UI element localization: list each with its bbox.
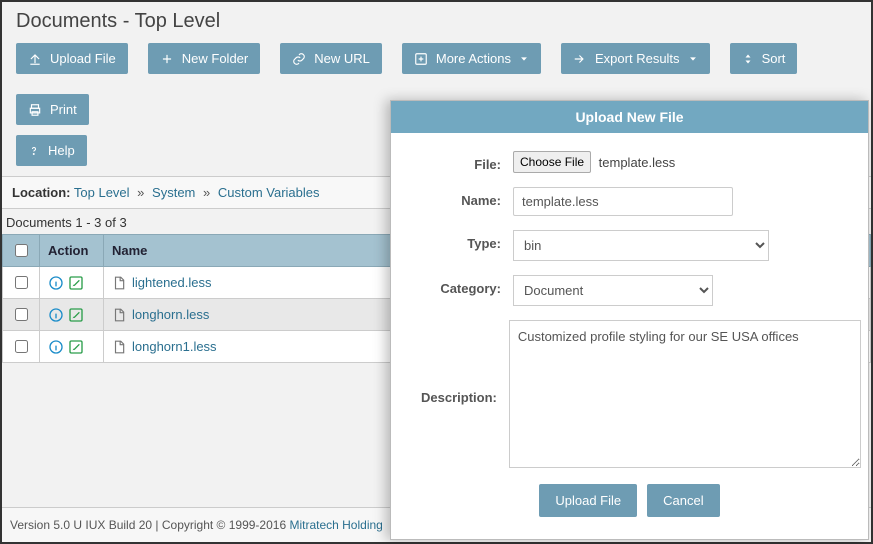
category-select[interactable]: Document	[513, 275, 713, 306]
type-select[interactable]: bin	[513, 230, 769, 261]
info-icon[interactable]	[48, 275, 64, 291]
export-icon	[573, 52, 587, 66]
type-label: Type:	[421, 230, 513, 251]
footer-text: Version 5.0 U IUX Build 20 | Copyright ©…	[10, 518, 289, 532]
breadcrumb-link[interactable]: System	[152, 185, 195, 200]
print-button[interactable]: Print	[16, 94, 89, 125]
print-icon	[28, 103, 42, 117]
file-link[interactable]: longhorn1.less	[132, 339, 217, 354]
sort-icon	[742, 52, 754, 66]
page-title: Documents - Top Level	[2, 2, 871, 39]
name-label: Name:	[421, 187, 513, 208]
export-results-label: Export Results	[595, 51, 680, 66]
name-input[interactable]	[513, 187, 733, 216]
row-checkbox[interactable]	[15, 340, 28, 353]
sort-button[interactable]: Sort	[730, 43, 798, 74]
upload-icon	[28, 52, 42, 66]
col-action: Action	[40, 235, 104, 267]
footer-link[interactable]: Mitratech Holding	[289, 518, 382, 532]
more-actions-button[interactable]: More Actions	[402, 43, 541, 74]
file-icon	[112, 276, 126, 290]
plus-icon	[160, 52, 174, 66]
more-actions-label: More Actions	[436, 51, 511, 66]
description-label: Description:	[421, 320, 509, 405]
select-all-checkbox[interactable]	[15, 244, 28, 257]
file-link[interactable]: lightened.less	[132, 275, 212, 290]
col-select	[3, 235, 40, 267]
new-folder-button[interactable]: New Folder	[148, 43, 260, 74]
col-name-label: Name	[112, 243, 147, 258]
new-url-button[interactable]: New URL	[280, 43, 382, 74]
link-icon	[292, 52, 306, 66]
edit-icon[interactable]	[68, 275, 84, 291]
help-button[interactable]: Help	[16, 135, 87, 166]
chevron-down-icon	[519, 54, 529, 64]
breadcrumb-link[interactable]: Custom Variables	[218, 185, 320, 200]
chosen-filename: template.less	[599, 155, 676, 170]
dialog-title: Upload New File	[391, 101, 868, 133]
row-checkbox[interactable]	[15, 308, 28, 321]
upload-file-dialog: Upload New File File: Choose File templa…	[390, 100, 869, 540]
export-results-button[interactable]: Export Results	[561, 43, 710, 74]
print-label: Print	[50, 102, 77, 117]
info-icon[interactable]	[48, 307, 64, 323]
choose-file-button[interactable]: Choose File	[513, 151, 591, 173]
dialog-cancel-button[interactable]: Cancel	[647, 484, 719, 517]
new-url-label: New URL	[314, 51, 370, 66]
info-icon[interactable]	[48, 339, 64, 355]
edit-icon[interactable]	[68, 307, 84, 323]
category-label: Category:	[421, 275, 513, 296]
help-label: Help	[48, 143, 75, 158]
file-icon	[112, 308, 126, 322]
breadcrumb-link[interactable]: Top Level	[74, 185, 130, 200]
new-folder-label: New Folder	[182, 51, 248, 66]
file-link[interactable]: longhorn.less	[132, 307, 209, 322]
dialog-upload-button[interactable]: Upload File	[539, 484, 637, 517]
row-checkbox[interactable]	[15, 276, 28, 289]
upload-file-label: Upload File	[50, 51, 116, 66]
chevron-down-icon	[688, 54, 698, 64]
sort-label: Sort	[762, 51, 786, 66]
breadcrumb-label: Location:	[12, 185, 71, 200]
help-icon	[28, 144, 40, 158]
edit-icon[interactable]	[68, 339, 84, 355]
breadcrumb-sep: »	[137, 185, 144, 200]
breadcrumb-sep: »	[203, 185, 210, 200]
file-icon	[112, 340, 126, 354]
description-textarea[interactable]	[509, 320, 861, 468]
file-label: File:	[421, 151, 513, 172]
upload-file-button[interactable]: Upload File	[16, 43, 128, 74]
plus-square-icon	[414, 52, 428, 66]
